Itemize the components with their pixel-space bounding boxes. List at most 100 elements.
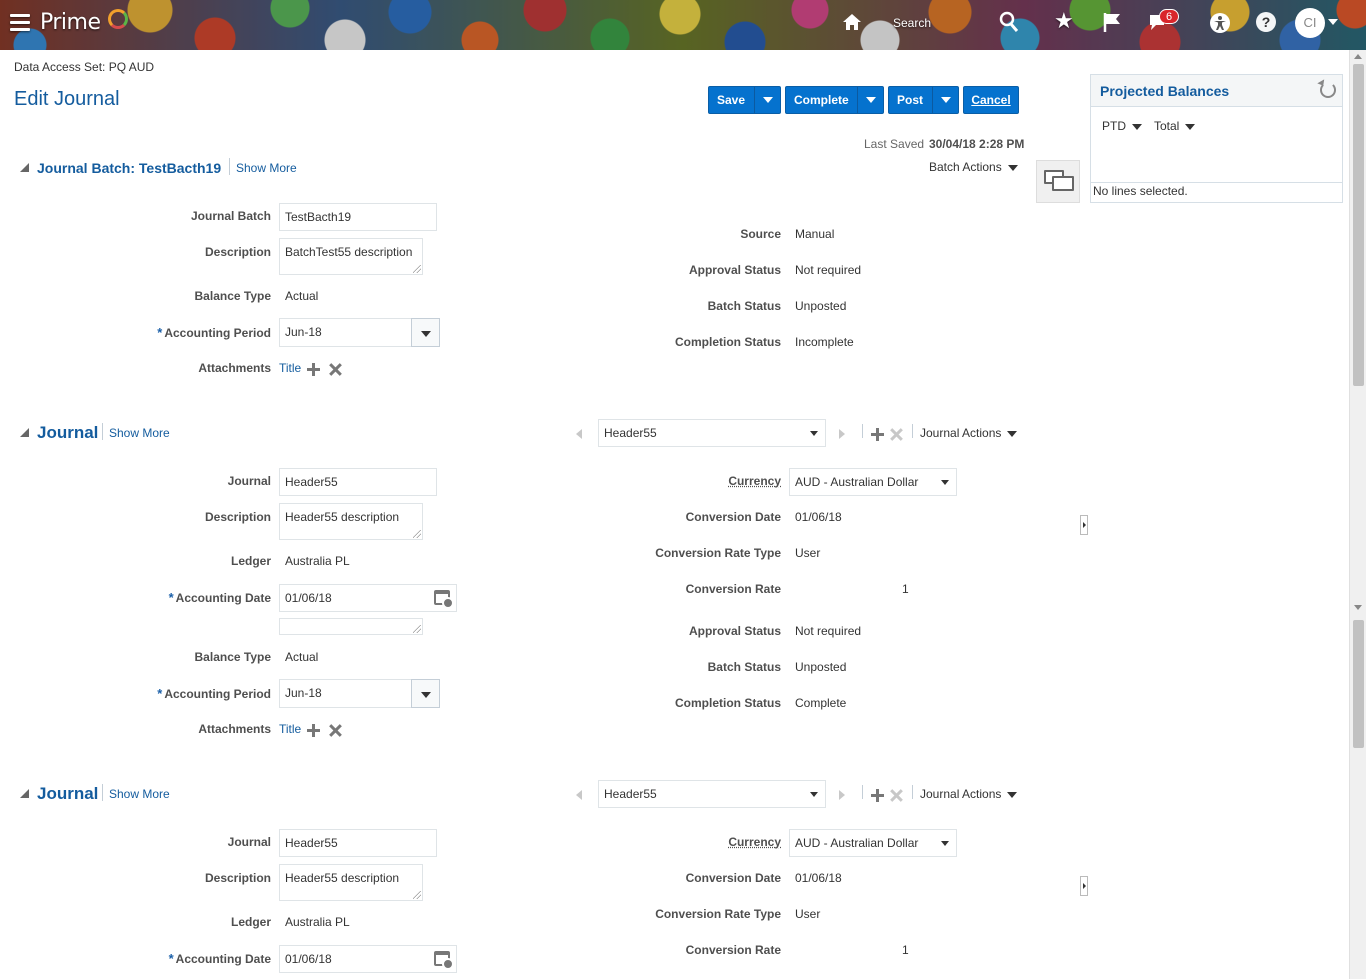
data-access-set: Data Access Set: PQ AUD xyxy=(14,60,155,74)
chevron-down-icon[interactable] xyxy=(411,318,440,347)
period-type-dropdown[interactable]: PTD xyxy=(1102,119,1142,133)
expand-panel-handle-icon[interactable] xyxy=(1080,876,1088,896)
journal-2-journal-label: Journal xyxy=(227,835,271,849)
app-logo[interactable]: Prime xyxy=(40,10,101,35)
save-button[interactable]: Save xyxy=(708,86,781,114)
resize-grip-icon[interactable] xyxy=(413,891,421,899)
calendar-icon[interactable] xyxy=(434,590,454,609)
favorites-star-icon[interactable]: ★ xyxy=(1054,8,1074,34)
batch-accounting-period-select[interactable]: Jun-18 xyxy=(279,318,440,347)
help-icon[interactable]: ? xyxy=(1256,12,1276,32)
journal-2-currency-label[interactable]: Currency xyxy=(620,835,781,849)
search-icon[interactable] xyxy=(998,11,1020,33)
journal-1-currency-label[interactable]: Currency xyxy=(620,474,781,488)
refresh-icon[interactable] xyxy=(1320,82,1336,98)
resize-grip-icon[interactable] xyxy=(413,625,421,633)
journal-1-description-textarea[interactable]: Header55 description xyxy=(279,503,423,540)
journal-1-accounting-period-select[interactable]: Jun-18 xyxy=(279,679,440,708)
next-journal-arrow-icon[interactable] xyxy=(839,790,845,800)
home-icon[interactable] xyxy=(842,12,862,32)
scroll-thumb[interactable] xyxy=(1353,64,1364,386)
journal-2-show-more-link[interactable]: Show More xyxy=(109,787,170,801)
complete-button[interactable]: Complete xyxy=(785,86,884,114)
journal-1-show-more-link[interactable]: Show More xyxy=(109,426,170,440)
global-search-field[interactable]: Search xyxy=(893,16,931,30)
chevron-down-icon xyxy=(941,841,949,846)
previous-journal-arrow-icon[interactable] xyxy=(576,790,582,800)
journal-2-description-textarea[interactable]: Header55 description xyxy=(279,864,423,901)
journal-1-selector[interactable]: Header55 xyxy=(598,419,826,447)
post-button[interactable]: Post xyxy=(888,86,959,114)
comments-icon[interactable] xyxy=(1036,160,1080,203)
scroll-down-arrow-icon[interactable] xyxy=(1354,605,1362,610)
post-options-chevron-icon[interactable] xyxy=(932,87,958,113)
journal-2-conversion-rate-type-value: User xyxy=(795,907,821,921)
journal-2-name-input[interactable]: Header55 xyxy=(279,829,437,857)
delete-attachment-close-icon[interactable] xyxy=(328,362,343,377)
delete-journal-close-icon[interactable] xyxy=(889,427,904,442)
add-attachment-plus-icon[interactable] xyxy=(306,362,321,377)
calendar-icon[interactable] xyxy=(434,951,454,970)
batch-description-textarea[interactable]: BatchTest55 description xyxy=(279,238,423,275)
journal-2-conversion-date-value: 01/06/18 xyxy=(795,871,842,885)
resize-grip-icon[interactable] xyxy=(413,530,421,538)
batch-approval-status-label: Approval Status xyxy=(688,263,781,277)
chevron-down-icon[interactable] xyxy=(411,679,440,708)
resize-grip-icon[interactable] xyxy=(413,265,421,273)
journal-1-attachments-label: Attachments xyxy=(198,722,271,736)
journal-1-accounting-date-input[interactable]: 01/06/18 xyxy=(279,584,457,612)
batch-collapse-icon[interactable] xyxy=(20,163,29,172)
add-attachment-plus-icon[interactable] xyxy=(306,723,321,738)
logo-mark-icon xyxy=(108,9,128,29)
batch-actions-menu[interactable]: Batch Actions xyxy=(929,160,1018,174)
chevron-down-icon xyxy=(1132,123,1142,130)
journal-2-conversion-rate-label: Conversion Rate xyxy=(685,943,781,957)
page-scrollbar[interactable] xyxy=(1349,50,1366,979)
next-journal-arrow-icon[interactable] xyxy=(839,429,845,439)
journal-1-attachment-title-link[interactable]: Title xyxy=(279,722,301,736)
journal-1-approval-status-value: Not required xyxy=(795,624,862,638)
journal-1-collapse-icon[interactable] xyxy=(20,428,29,437)
journal-1-ledger-value: Australia PL xyxy=(285,554,350,568)
journal-2-actions-menu[interactable]: Journal Actions xyxy=(920,787,1018,801)
amount-type-dropdown[interactable]: Total xyxy=(1154,119,1196,133)
journal-2-conversion-rate-value: 1 xyxy=(902,943,909,957)
delete-journal-close-icon[interactable] xyxy=(889,788,904,803)
navigator-menu-icon[interactable] xyxy=(10,14,30,32)
watchlist-flag-icon[interactable] xyxy=(1101,11,1123,33)
accessibility-icon[interactable] xyxy=(1209,12,1231,34)
scroll-thumb-secondary[interactable] xyxy=(1353,620,1364,748)
delete-attachment-close-icon[interactable] xyxy=(328,723,343,738)
previous-journal-arrow-icon[interactable] xyxy=(576,429,582,439)
journal-2-accounting-date-value: 01/06/18 xyxy=(285,952,332,966)
journal-1-name-input[interactable]: Header55 xyxy=(279,468,437,496)
journal-2-currency-select[interactable]: AUD - Australian Dollar xyxy=(789,829,957,857)
chevron-down-icon xyxy=(1007,164,1018,171)
journal-2-accounting-date-input[interactable]: 01/06/18 xyxy=(279,945,457,973)
cancel-button[interactable]: Cancel xyxy=(963,86,1019,114)
expand-panel-handle-icon[interactable] xyxy=(1080,515,1088,535)
scroll-up-arrow-icon[interactable] xyxy=(1354,54,1362,59)
save-options-chevron-icon[interactable] xyxy=(754,87,780,113)
user-menu-chevron-down-icon[interactable] xyxy=(1328,19,1338,25)
journal-2-collapse-icon[interactable] xyxy=(20,789,29,798)
batch-actions-label: Batch Actions xyxy=(929,160,1002,174)
journal-1-selector-value: Header55 xyxy=(604,426,657,440)
journal-2-selector[interactable]: Header55 xyxy=(598,780,826,808)
journal-actions-label: Journal Actions xyxy=(920,787,1002,801)
journal-1-actions-menu[interactable]: Journal Actions xyxy=(920,426,1018,440)
add-journal-plus-icon[interactable] xyxy=(870,427,885,442)
projected-balances-header: Projected Balances xyxy=(1091,75,1342,107)
complete-options-chevron-icon[interactable] xyxy=(857,87,883,113)
journal-1-currency-select[interactable]: AUD - Australian Dollar xyxy=(789,468,957,496)
chevron-down-icon xyxy=(1185,123,1196,130)
batch-show-more-link[interactable]: Show More xyxy=(236,161,297,175)
journal-1-partial-textarea[interactable] xyxy=(279,618,423,635)
add-journal-plus-icon[interactable] xyxy=(870,788,885,803)
user-avatar[interactable]: CI xyxy=(1295,8,1325,38)
complete-button-label: Complete xyxy=(794,93,849,107)
batch-description-text: BatchTest55 description xyxy=(285,245,413,259)
journal-batch-input[interactable]: TestBacth19 xyxy=(279,203,437,231)
batch-attachment-title-link[interactable]: Title xyxy=(279,361,301,375)
page-title: Edit Journal xyxy=(14,88,120,110)
